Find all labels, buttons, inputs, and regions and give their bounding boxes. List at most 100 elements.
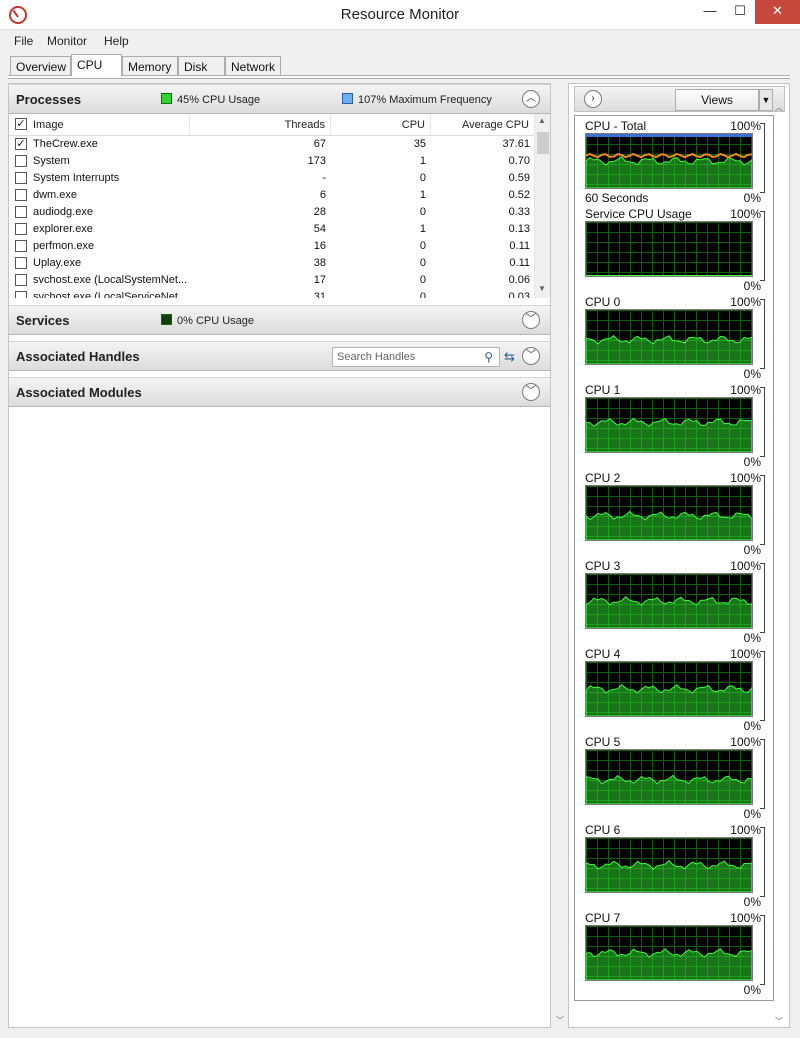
blue-swatch-icon	[342, 93, 353, 104]
chevron-down-icon[interactable]: ﹀	[522, 311, 540, 329]
row-checkbox[interactable]	[15, 189, 27, 201]
chevron-right-icon[interactable]: ›	[584, 90, 602, 108]
graph-max-label: 100%	[730, 823, 761, 837]
views-dropdown-icon[interactable]: ▼	[759, 89, 773, 111]
processes-scrollbar[interactable]: ▲ ▼	[534, 114, 550, 298]
table-row[interactable]: svchost.exe (LocalServiceNet... 31 0 0.03	[9, 289, 535, 298]
handles-header[interactable]: Associated Handles Search Handles ⚲ ⇆ ﹀	[9, 341, 550, 371]
row-checkbox[interactable]	[15, 240, 27, 252]
services-title: Services	[16, 313, 70, 328]
close-button[interactable]: ✕	[755, 0, 800, 24]
tab-memory[interactable]: Memory	[122, 56, 178, 76]
table-row[interactable]: dwm.exe 6 1 0.52	[9, 187, 535, 204]
table-row[interactable]: System Interrupts - 0 0.59	[9, 170, 535, 187]
graph-title: Service CPU Usage	[585, 207, 692, 221]
scroll-thumb[interactable]	[537, 132, 549, 154]
row-checkbox[interactable]	[15, 172, 27, 184]
max-frequency-text: 107% Maximum Frequency	[358, 94, 492, 106]
cpu-graph: CPU 2 100% 0%	[585, 471, 765, 559]
table-row[interactable]: svchost.exe (LocalSystemNet... 17 0 0.06	[9, 272, 535, 289]
cell-average-cpu: 0.13	[508, 223, 530, 235]
scroll-down-icon[interactable]: ﹀	[775, 1016, 783, 1027]
table-row[interactable]: Uplay.exe 38 0 0.11	[9, 255, 535, 272]
column-threads[interactable]: Threads	[190, 114, 331, 136]
cell-threads: 31	[313, 291, 326, 298]
maximize-button[interactable]: ☐	[725, 0, 755, 24]
scroll-down-icon[interactable]: ﹀	[556, 1015, 564, 1026]
graph-title: CPU 5	[585, 735, 621, 749]
tab-network[interactable]: Network	[225, 56, 281, 76]
graph-min-label: 0%	[743, 983, 761, 997]
graph-min-label: 0%	[743, 455, 761, 469]
table-row[interactable]: audiodg.exe 28 0 0.33	[9, 204, 535, 221]
frequency-line	[586, 152, 752, 159]
processes-header[interactable]: Processes 45% CPU Usage 107% Maximum Fre…	[9, 84, 550, 114]
refresh-icon[interactable]: ⇆	[504, 349, 515, 365]
graph-scale	[759, 123, 765, 193]
chevron-down-icon[interactable]: ﹀	[522, 347, 540, 365]
row-checkbox[interactable]: ✓	[15, 138, 27, 150]
chevron-up-icon[interactable]: ︿	[522, 90, 540, 108]
graph-max-label: 100%	[730, 207, 761, 221]
chevron-down-icon[interactable]: ﹀	[522, 383, 540, 401]
column-average-cpu[interactable]: Average CPU	[431, 114, 535, 136]
window-title: Resource Monitor	[340, 6, 460, 23]
graph-title: CPU 0	[585, 295, 621, 309]
cpu-graph: Service CPU Usage 100% 0%	[585, 207, 765, 295]
search-icon[interactable]: ⚲	[484, 350, 493, 364]
menu-monitor[interactable]: Monitor	[47, 34, 87, 48]
row-checkbox[interactable]	[15, 206, 27, 218]
graph-min-label: 0%	[743, 279, 761, 293]
tab-disk[interactable]: Disk	[178, 56, 225, 76]
views-button[interactable]: Views	[675, 89, 759, 111]
row-checkbox[interactable]	[15, 291, 27, 298]
title-bar: Resource Monitor — ☐ ✕	[0, 0, 800, 30]
handles-title: Associated Handles	[16, 349, 140, 364]
minimize-button[interactable]: —	[695, 0, 725, 24]
cpu-graph: CPU 5 100% 0%	[585, 735, 765, 823]
tab-overview[interactable]: Overview	[10, 56, 71, 76]
cell-image: System	[33, 155, 70, 167]
cpu-usage-area	[586, 860, 752, 892]
select-all-checkbox[interactable]: ✓	[15, 118, 27, 130]
menu-help[interactable]: Help	[104, 34, 129, 48]
cell-cpu: 0	[419, 172, 426, 184]
row-checkbox[interactable]	[15, 257, 27, 269]
cell-image: Uplay.exe	[33, 257, 82, 269]
graph-scale	[759, 387, 765, 457]
left-pane-scrollbar[interactable]: ﹀	[553, 83, 567, 1028]
cpu-graph: CPU 0 100% 0%	[585, 295, 765, 383]
scroll-up-icon[interactable]: ︿	[775, 102, 783, 113]
column-image[interactable]: ✓ Image	[9, 114, 190, 136]
table-row[interactable]: explorer.exe 54 1 0.13	[9, 221, 535, 238]
cell-threads: 17	[313, 274, 326, 286]
cell-cpu: 1	[419, 155, 426, 167]
scroll-up-icon[interactable]: ▲	[538, 116, 546, 125]
row-checkbox[interactable]	[15, 274, 27, 286]
graph-title: CPU 4	[585, 647, 621, 661]
table-row[interactable]: perfmon.exe 16 0 0.11	[9, 238, 535, 255]
cell-average-cpu: 37.61	[502, 138, 530, 150]
cpu-graph: CPU - Total 100% 60 Seconds 0%	[585, 119, 765, 207]
services-cpu-legend: 0% CPU Usage	[161, 314, 254, 327]
graph-max-label: 100%	[730, 471, 761, 485]
services-header[interactable]: Services 0% CPU Usage ﹀	[9, 305, 550, 335]
graph-time-label: 60 Seconds	[585, 191, 649, 205]
cell-average-cpu: 0.11	[509, 240, 530, 252]
cpu-usage-area	[586, 156, 752, 188]
graph-title: CPU 6	[585, 823, 621, 837]
search-handles-input[interactable]: Search Handles ⚲	[332, 347, 500, 367]
row-checkbox[interactable]	[15, 155, 27, 167]
tab-cpu[interactable]: CPU	[71, 54, 122, 76]
scroll-down-icon[interactable]: ▼	[538, 284, 546, 293]
column-cpu[interactable]: CPU	[331, 114, 431, 136]
cell-average-cpu: 0.59	[508, 172, 530, 184]
cpu-graph: CPU 4 100% 0%	[585, 647, 765, 735]
graph-plot	[585, 133, 753, 189]
menu-file[interactable]: File	[14, 34, 33, 48]
table-row[interactable]: ✓ TheCrew.exe 67 35 37.61	[9, 136, 535, 153]
graph-scale	[759, 299, 765, 369]
row-checkbox[interactable]	[15, 223, 27, 235]
table-row[interactable]: System 173 1 0.70	[9, 153, 535, 170]
modules-header[interactable]: Associated Modules ﹀	[9, 377, 550, 407]
